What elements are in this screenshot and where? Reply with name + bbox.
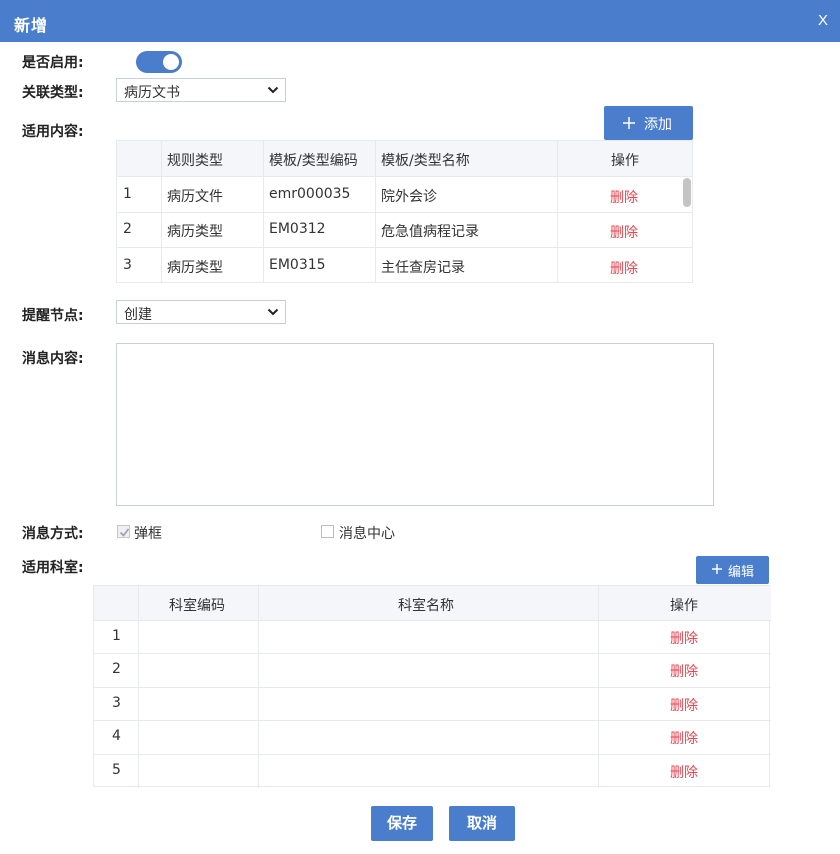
content-label: 适用内容:: [22, 124, 84, 140]
cancel-button[interactable]: 取消: [449, 806, 515, 841]
row-type: 病历类型: [167, 224, 223, 240]
header-rule-type: 规则类型: [167, 153, 223, 169]
header-dept-code: 科室编码: [169, 598, 225, 614]
plus-icon: [712, 564, 722, 574]
dept-delete-button[interactable]: 删除: [670, 762, 698, 782]
add-button-label: 添加: [644, 117, 672, 133]
relation-type-value: 病历文书: [124, 85, 180, 101]
popup-checkbox-label: 弹框: [134, 526, 162, 542]
table-scrollbar[interactable]: [683, 178, 691, 207]
header-dept-action: 操作: [670, 598, 698, 614]
chevron-down-icon: [267, 308, 279, 316]
delete-button[interactable]: 删除: [610, 187, 638, 207]
remind-node-select[interactable]: 创建: [116, 300, 286, 324]
row-code: EM0312: [269, 221, 326, 237]
row-index: 2: [123, 221, 132, 237]
enabled-label: 是否启用:: [22, 55, 84, 71]
relation-type-select[interactable]: 病历文书: [116, 78, 286, 102]
content-table: 规则类型 模板/类型编码 模板/类型名称 操作 1 病历文件 emr000035…: [116, 140, 693, 283]
dept-row-index: 1: [112, 628, 121, 644]
dept-row-index: 2: [112, 661, 121, 677]
remind-node-label: 提醒节点:: [22, 308, 84, 324]
dialog-titlebar: 新增 X: [0, 0, 840, 42]
row-type: 病历类型: [167, 260, 223, 276]
message-center-checkbox[interactable]: [321, 525, 334, 538]
relation-type-label: 关联类型:: [22, 85, 84, 101]
popup-checkbox[interactable]: [117, 525, 130, 538]
edit-button[interactable]: 编辑: [696, 556, 769, 584]
header-template-code: 模板/类型编码: [269, 153, 358, 169]
header-dept-name: 科室名称: [398, 598, 454, 614]
dept-label: 适用科室:: [22, 560, 84, 576]
message-content-label: 消息内容:: [22, 351, 84, 367]
dept-delete-button[interactable]: 删除: [670, 661, 698, 681]
remind-node-value: 创建: [124, 307, 152, 323]
row-code: emr000035: [269, 186, 351, 202]
chevron-down-icon: [267, 86, 279, 94]
dept-delete-button[interactable]: 删除: [670, 628, 698, 648]
close-icon[interactable]: X: [818, 12, 828, 29]
toggle-knob: [163, 54, 179, 70]
row-name: 危急值病程记录: [381, 224, 479, 240]
row-name: 主任查房记录: [381, 260, 465, 276]
plus-icon: [623, 117, 635, 129]
dept-row-index: 5: [112, 762, 121, 778]
dept-row-index: 4: [112, 728, 121, 744]
message-content-textarea[interactable]: [116, 343, 714, 506]
delete-button[interactable]: 删除: [610, 222, 638, 242]
row-index: 1: [123, 186, 132, 202]
save-button[interactable]: 保存: [371, 806, 433, 841]
row-type: 病历文件: [167, 189, 223, 205]
message-center-label: 消息中心: [339, 526, 395, 542]
enabled-toggle[interactable]: [136, 51, 182, 73]
edit-button-label: 编辑: [728, 565, 755, 580]
dept-table: 科室编码 科室名称 操作 1 删除 2 删除 3 删除 4 删除 5 删除: [93, 585, 771, 788]
add-button[interactable]: 添加: [604, 106, 693, 140]
header-template-name: 模板/类型名称: [381, 153, 470, 169]
message-method-label: 消息方式:: [22, 526, 84, 542]
dialog-title: 新增: [14, 16, 49, 35]
header-action: 操作: [611, 153, 639, 169]
row-code: EM0315: [269, 257, 326, 273]
dept-delete-button[interactable]: 删除: [670, 728, 698, 748]
delete-button[interactable]: 删除: [610, 258, 638, 278]
row-name: 院外会诊: [381, 189, 437, 205]
dept-delete-button[interactable]: 删除: [670, 695, 698, 715]
row-index: 3: [123, 257, 132, 273]
checkmark-icon: [119, 528, 130, 537]
dept-row-index: 3: [112, 695, 121, 711]
